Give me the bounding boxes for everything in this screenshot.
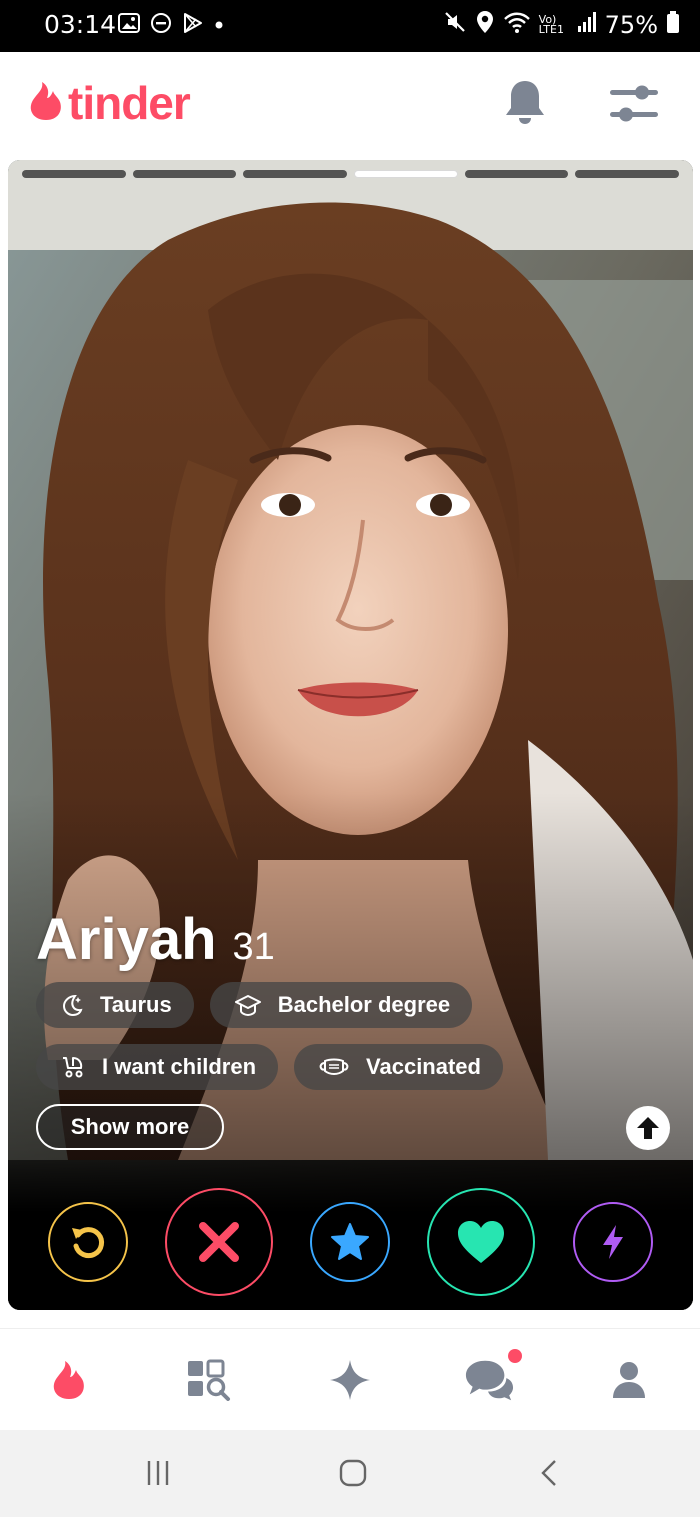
status-time: 03:14 [44, 10, 117, 39]
home-icon [339, 1459, 367, 1487]
gallery-icon [118, 13, 140, 38]
signal-icon [577, 11, 597, 38]
profile-name-row: Ariyah 31 [36, 906, 275, 973]
bottom-navigation [0, 1328, 700, 1430]
profile-age: 31 [232, 926, 275, 968]
home-button[interactable] [333, 1456, 373, 1490]
baby-stroller-icon [63, 1057, 83, 1078]
boost-button[interactable] [573, 1202, 653, 1282]
recent-apps-button[interactable] [138, 1456, 178, 1490]
boost-bolt-icon [603, 1225, 623, 1259]
photo-progress-segment [243, 170, 348, 178]
tag-label: I want children [102, 1054, 257, 1079]
mask-icon [319, 1058, 349, 1075]
profile-tags: Taurus Bachelor degree I want children V… [36, 982, 676, 1106]
tag-label: Bachelor degree [277, 992, 451, 1017]
photo-progress-segment [22, 170, 126, 178]
explore-icon [188, 1359, 230, 1401]
play-store-icon [182, 12, 204, 39]
show-more-button[interactable]: Show more [36, 1104, 224, 1150]
tag-label: Vaccinated [366, 1054, 481, 1079]
tag-zodiac: Taurus [36, 982, 194, 1028]
arrow-up-icon [637, 1117, 659, 1139]
notification-dot-icon [214, 17, 224, 35]
like-button[interactable] [427, 1188, 535, 1296]
photo-progress-segment [575, 170, 680, 178]
profile-name: Ariyah [36, 907, 217, 972]
do-not-disturb-icon [150, 12, 172, 39]
notifications-button[interactable] [502, 78, 548, 126]
rewind-icon [72, 1227, 105, 1259]
status-bar: 03:14 Vo) LTE1 75% [0, 0, 700, 52]
messages-notification-dot [508, 1349, 522, 1363]
photo-progress-indicator [22, 170, 680, 178]
tag-education: Bachelor degree [209, 982, 473, 1028]
super-like-button[interactable] [310, 1202, 390, 1282]
recent-apps-icon [147, 1461, 169, 1485]
moon-icon [62, 994, 83, 1017]
nav-messages[interactable] [464, 1355, 514, 1405]
chat-icon [465, 1360, 514, 1401]
tag-label: Taurus [100, 992, 172, 1017]
sparkle-icon [330, 1360, 370, 1400]
profile-card[interactable]: Ariyah 31 Taurus Bachelor degree I want … [8, 160, 693, 1310]
expand-profile-button[interactable] [626, 1106, 670, 1150]
app-header: tinder [0, 52, 700, 152]
tag-family-plans: I want children [36, 1044, 279, 1090]
bell-icon [506, 81, 544, 124]
nav-top-picks[interactable] [325, 1355, 375, 1405]
nav-swipe[interactable] [44, 1355, 94, 1405]
nav-profile[interactable] [604, 1355, 654, 1405]
profile-icon [613, 1362, 645, 1398]
sliders-icon [610, 85, 658, 122]
flame-logo-icon [28, 80, 64, 127]
mute-icon [443, 10, 467, 39]
system-navigation-bar [0, 1430, 700, 1517]
network-label: Vo) LTE1 [538, 12, 564, 36]
back-chevron-icon [541, 1460, 556, 1486]
nope-x-icon [199, 1222, 239, 1262]
wifi-icon [503, 10, 531, 39]
graduation-cap-icon [234, 995, 261, 1017]
nav-explore[interactable] [184, 1355, 234, 1405]
flame-icon [53, 1361, 84, 1399]
tinder-logo[interactable]: tinder [28, 76, 191, 130]
logo-text: tinder [68, 77, 191, 129]
photo-progress-segment [132, 170, 237, 178]
tag-vaccination: Vaccinated [294, 1044, 503, 1090]
location-icon [475, 10, 495, 39]
back-button[interactable] [530, 1456, 570, 1490]
nope-button[interactable] [165, 1188, 273, 1296]
battery-percent: 75% [604, 10, 658, 39]
photo-progress-segment-active [354, 170, 458, 178]
rewind-button[interactable] [48, 1202, 128, 1282]
like-heart-icon [458, 1221, 504, 1263]
filters-button[interactable] [608, 82, 660, 126]
photo-progress-segment [464, 170, 569, 178]
action-bar [8, 1160, 693, 1310]
battery-icon [666, 10, 680, 39]
super-like-star-icon [331, 1223, 369, 1260]
